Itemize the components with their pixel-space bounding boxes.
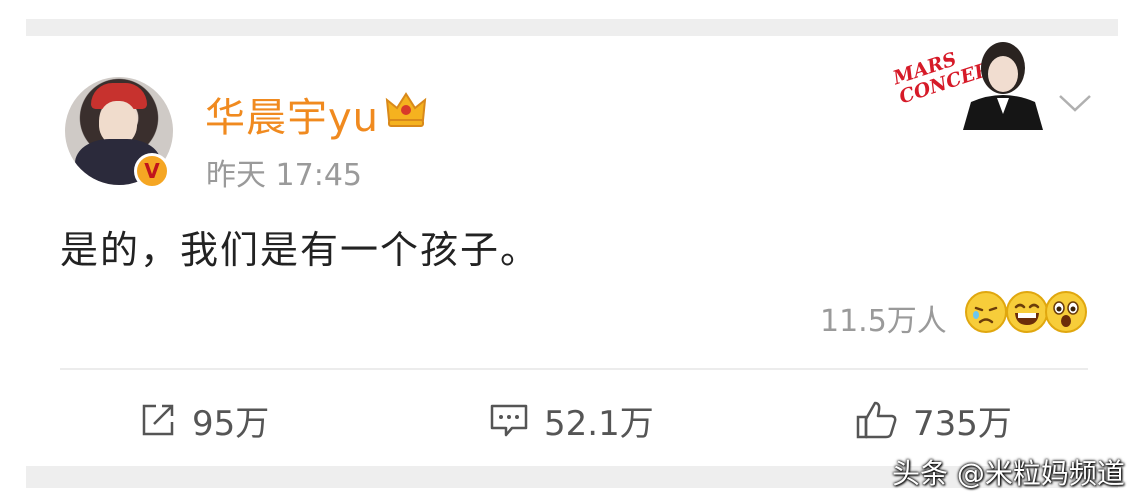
surprised-emoji-icon [1045,291,1087,333]
reactions-count[interactable]: 11.5万人 [820,296,947,340]
feed-separator-top [26,19,1118,36]
like-button[interactable]: 735万 [855,395,1012,445]
comment-count: 52.1万 [544,403,654,444]
username[interactable]: 华晨宇yu [205,85,379,143]
comment-button[interactable]: 52.1万 [488,395,654,445]
cover-person-image [963,42,1043,130]
sad-tear-emoji-icon [965,291,1007,333]
verified-badge-icon: V [134,153,170,189]
actions-divider [60,368,1088,370]
post-content: 是的，我们是有一个孩子。 [60,228,541,272]
share-icon [142,404,174,436]
share-button[interactable]: 95万 [138,395,269,445]
post-time: 昨天 17:45 [206,158,362,193]
share-count: 95万 [192,403,270,444]
comment-icon [490,404,528,437]
laughing-emoji-icon [1006,291,1048,333]
crown-icon [385,92,427,127]
like-count: 735万 [913,403,1012,444]
card-cover-decoration[interactable]: MARS CONCERT [890,38,1051,130]
thumbs-up-icon [856,401,897,439]
chevron-down-icon[interactable] [1057,92,1093,114]
watermark: 头条 @米粒妈频道 [892,457,1125,490]
